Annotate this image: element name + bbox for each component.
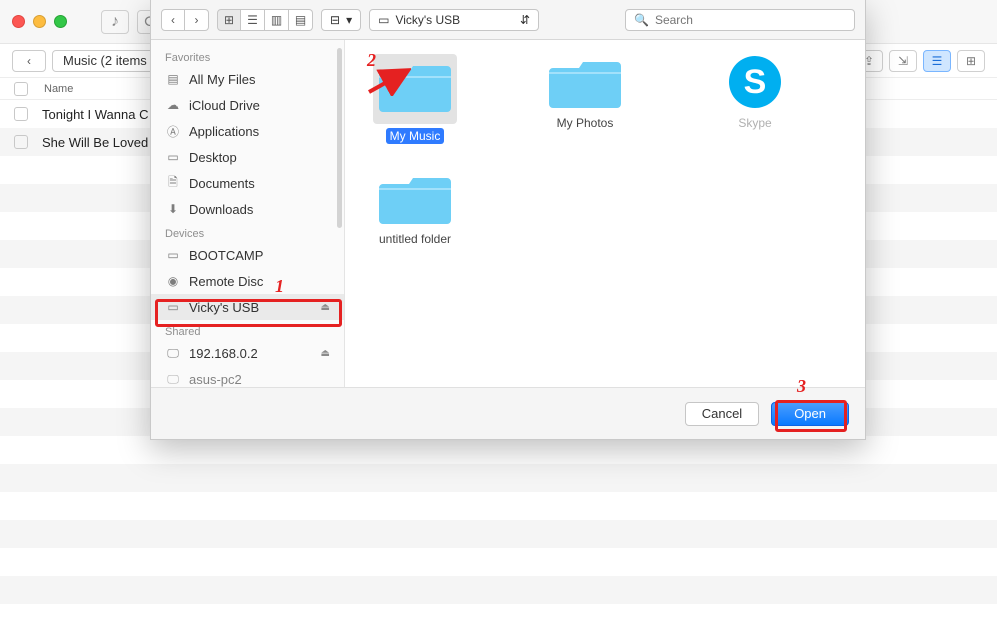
nav-history-seg: ‹ › (161, 9, 209, 31)
app-skype[interactable]: S Skype (695, 54, 815, 144)
monitor-icon: 🖵 (165, 372, 181, 386)
all-files-icon: ▤ (165, 72, 181, 86)
sidebar-item-label: iCloud Drive (189, 98, 260, 113)
item-label: My Photos (557, 116, 614, 130)
location-label: Vicky's USB (395, 13, 460, 27)
sidebar-item-label: Downloads (189, 202, 253, 217)
folder-icon (379, 170, 451, 226)
drive-icon: ▭ (378, 13, 389, 27)
downloads-icon: ⬇ (165, 202, 181, 216)
sidebar-item-downloads[interactable]: ⬇ Downloads (151, 196, 344, 222)
sidebar: Favorites ▤ All My Files ☁ iCloud Drive Ⓐ A… (151, 40, 345, 387)
list-view-icon[interactable]: ☰ (923, 50, 951, 72)
minimize-window-icon[interactable] (33, 15, 46, 28)
open-dialog: ‹ › ⊞ ☰ ▥ ▤ ⊟▾ ▭ Vicky's USB ⇵ 🔍 Favorit… (150, 0, 866, 440)
folder-icon (379, 58, 451, 114)
dialog-toolbar: ‹ › ⊞ ☰ ▥ ▤ ⊟▾ ▭ Vicky's USB ⇵ 🔍 (151, 0, 865, 40)
item-label: untitled folder (379, 232, 451, 246)
skype-icon: S (727, 54, 783, 110)
applications-icon: Ⓐ (165, 124, 181, 138)
sidebar-item-label: Documents (189, 176, 255, 191)
sidebar-section-favorites: Favorites (151, 46, 344, 66)
search-icon: 🔍 (634, 13, 649, 27)
breadcrumb-music[interactable]: Music (2 items (52, 50, 158, 72)
chevron-down-icon: ▾ (346, 13, 352, 27)
file-grid[interactable]: My Music My Photos S Skype untitled fold… (345, 40, 865, 387)
sidebar-item-desktop[interactable]: ▭ Desktop (151, 144, 344, 170)
cloud-icon: ☁ (165, 98, 181, 112)
dialog-footer: Cancel Open (151, 387, 865, 439)
folder-untitled[interactable]: untitled folder (355, 170, 475, 246)
sidebar-item-label: Applications (189, 124, 259, 139)
window-traffic-lights[interactable] (12, 15, 67, 28)
sidebar-item-bootcamp[interactable]: ▭ BOOTCAMP (151, 242, 344, 268)
sidebar-item-label: Remote Disc (189, 274, 263, 289)
monitor-icon: 🖵 (165, 346, 181, 360)
view-icon-grid-icon[interactable]: ⊞ (217, 9, 241, 31)
arrange-icon: ⊟ (330, 13, 340, 27)
select-all-checkbox[interactable] (14, 82, 28, 96)
cancel-button[interactable]: Cancel (685, 402, 759, 426)
open-button[interactable]: Open (771, 402, 849, 426)
zoom-window-icon[interactable] (54, 15, 67, 28)
eject-icon[interactable]: ⏏ (321, 302, 330, 313)
view-coverflow-icon[interactable]: ▤ (289, 9, 313, 31)
folder-my-photos[interactable]: My Photos (525, 54, 645, 144)
folder-icon (549, 54, 621, 110)
item-label: My Music (386, 128, 445, 144)
row-checkbox[interactable] (14, 107, 28, 121)
sidebar-item-label: asus-pc2 (189, 372, 242, 387)
sidebar-section-shared: Shared (151, 320, 344, 340)
view-mode-seg: ⊞ ☰ ▥ ▤ (217, 9, 313, 31)
import-icon[interactable]: ⇲ (889, 50, 917, 72)
nav-back-button[interactable]: ‹ (161, 9, 185, 31)
sidebar-item-network-2[interactable]: 🖵 asus-pc2 (151, 366, 344, 387)
music-note-icon[interactable]: ♪ (101, 10, 129, 34)
view-list-icon[interactable]: ☰ (241, 9, 265, 31)
sidebar-item-vickys-usb[interactable]: ▭ Vicky's USB ⏏ (151, 294, 344, 320)
view-columns-icon[interactable]: ▥ (265, 9, 289, 31)
folder-my-music[interactable]: My Music (355, 54, 475, 144)
row-title: Tonight I Wanna C (42, 107, 148, 122)
nav-forward-button[interactable]: › (185, 9, 209, 31)
search-input[interactable] (655, 13, 846, 27)
svg-text:S: S (744, 63, 767, 101)
close-window-icon[interactable] (12, 15, 25, 28)
sidebar-item-label: Vicky's USB (189, 300, 259, 315)
sidebar-item-label: Desktop (189, 150, 237, 165)
eject-icon[interactable]: ⏏ (321, 348, 330, 359)
documents-icon: 🗎 (165, 176, 181, 190)
sidebar-item-label: BOOTCAMP (189, 248, 263, 263)
row-title: She Will Be Loved (42, 135, 148, 150)
row-checkbox[interactable] (14, 135, 28, 149)
sidebar-section-devices: Devices (151, 222, 344, 242)
search-field[interactable]: 🔍 (625, 9, 855, 31)
arrange-popup[interactable]: ⊟▾ (321, 9, 361, 31)
sidebar-item-label: All My Files (189, 72, 255, 87)
sidebar-item-icloud[interactable]: ☁ iCloud Drive (151, 92, 344, 118)
sidebar-item-documents[interactable]: 🗎 Documents (151, 170, 344, 196)
back-button[interactable]: ‹ (12, 50, 46, 72)
item-label: Skype (738, 116, 771, 130)
usb-drive-icon: ▭ (165, 300, 181, 314)
location-popup[interactable]: ▭ Vicky's USB ⇵ (369, 9, 539, 31)
updown-chevron-icon: ⇵ (520, 13, 530, 27)
sidebar-item-applications[interactable]: Ⓐ Applications (151, 118, 344, 144)
grid-view-icon[interactable]: ⊞ (957, 50, 985, 72)
disc-icon: ◉ (165, 274, 181, 288)
drive-icon: ▭ (165, 248, 181, 262)
sidebar-item-label: 192.168.0.2 (189, 346, 258, 361)
sidebar-item-network-1[interactable]: 🖵 192.168.0.2 ⏏ (151, 340, 344, 366)
sidebar-item-all-my-files[interactable]: ▤ All My Files (151, 66, 344, 92)
column-label: Name (44, 83, 73, 95)
desktop-icon: ▭ (165, 150, 181, 164)
sidebar-item-remote-disc[interactable]: ◉ Remote Disc (151, 268, 344, 294)
